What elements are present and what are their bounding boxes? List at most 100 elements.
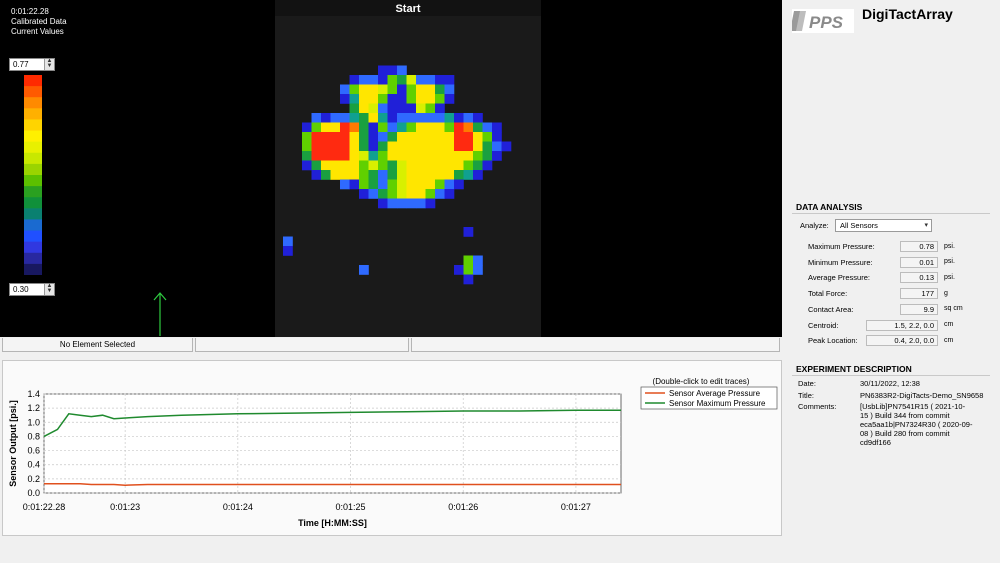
scale-swatch (24, 208, 42, 220)
sensor-cell (283, 236, 293, 247)
value-mode-label: Current Values (11, 27, 64, 36)
pressure-chart[interactable]: 0.0 0.2 0.4 0.6 0.8 1.0 1.2 1.4 0:01:22.28 0:01:2… (2, 360, 782, 536)
sensor-cell (302, 122, 312, 133)
svg-text:PPS: PPS (809, 13, 844, 32)
sensor-cell (416, 151, 426, 161)
sensor-cell (397, 94, 407, 104)
status-cell-2 (195, 338, 409, 352)
analysis-row-unit: psi. (944, 273, 955, 281)
y-tick-label: 0.0 (27, 488, 40, 498)
analysis-row-value: 9.9 (900, 303, 938, 315)
scale-max-spinner[interactable]: 0.77 ▲ ▼ (9, 58, 55, 71)
scale-swatch (24, 241, 42, 254)
sensor-cell (406, 103, 417, 114)
analysis-row-unit: psi. (944, 242, 955, 250)
x-tick-label: 0:01:24 (223, 502, 253, 512)
sensor-cell (378, 141, 388, 152)
sensor-cell (302, 141, 312, 152)
chevron-down-icon: ▾ (924, 222, 928, 229)
spinner-arrows-icon[interactable]: ▲ ▼ (44, 58, 54, 70)
section-divider (792, 213, 990, 214)
scale-swatch (24, 219, 42, 232)
sensor-cell (425, 198, 436, 209)
sensor-cell (359, 103, 369, 114)
scale-swatch (24, 86, 42, 98)
sensor-cell (349, 94, 360, 104)
sensor-cell (378, 198, 388, 209)
sensor-cell (302, 132, 312, 142)
sensor-cell (463, 170, 474, 180)
sensor-cell (368, 113, 379, 123)
scale-swatch (24, 252, 42, 265)
right-panel: PPS DigiTactArray DATA ANALYSIS Analyze:… (782, 0, 1000, 563)
scale-swatch (24, 97, 42, 109)
scale-min-spinner[interactable]: 0.30 ▲ ▼ (9, 283, 55, 296)
sensor-cell (501, 141, 512, 152)
sensor-cell (454, 113, 464, 123)
sensor-cell (444, 75, 455, 85)
data-mode-label: Calibrated Data (11, 17, 67, 26)
scale-swatch (24, 108, 42, 120)
sensor-cell (416, 103, 426, 114)
y-tick-label: 0.2 (27, 474, 40, 484)
x-tick-label: 0:01:23 (110, 502, 140, 512)
sensor-cell (321, 151, 331, 161)
analysis-row-value: 0.4, 2.0, 0.0 (866, 335, 938, 347)
y-tick-label: 1.4 (27, 389, 40, 399)
analysis-row-label: Maximum Pressure: (808, 242, 875, 251)
section-divider (792, 375, 990, 376)
sensor-cell (444, 151, 455, 161)
sensor-cell (463, 227, 474, 237)
analysis-row-unit: cm (944, 336, 954, 344)
sensor-cell (387, 170, 398, 180)
sensor-cell (311, 113, 322, 123)
sensor-cell (349, 151, 360, 161)
scale-swatch (24, 163, 42, 176)
sensor-cell (349, 84, 360, 95)
sensor-cell (368, 151, 379, 161)
sensor-cell (406, 189, 417, 199)
sensor-cell (416, 160, 426, 171)
sensor-cell (406, 132, 417, 142)
sensor-cell (340, 122, 350, 133)
sensor-cell (349, 75, 360, 85)
pressure-heatmap-panel[interactable] (275, 16, 541, 337)
analysis-row-value: 0.78 (900, 241, 938, 252)
sensor-cell (444, 189, 455, 199)
sensor-cell (425, 84, 436, 95)
sensor-cell (425, 151, 436, 161)
analyze-dropdown[interactable]: All Sensors ▾ (835, 219, 932, 232)
sensor-cell (444, 84, 455, 95)
sensor-cell (397, 160, 407, 171)
sensor-cell (482, 160, 493, 171)
sensor-cell (435, 141, 445, 152)
sensor-cell (454, 122, 464, 133)
sensor-cell (359, 179, 369, 190)
sensor-cell (368, 84, 379, 95)
sensor-cell (435, 160, 445, 171)
sensor-cell (406, 141, 417, 152)
sensor-cell (435, 132, 445, 142)
sensor-viewer[interactable]: 0:01:22.28 Calibrated Data Current Value… (0, 0, 782, 337)
sensor-cell (378, 132, 388, 142)
sensor-cell (492, 122, 502, 133)
sensor-cell (368, 75, 379, 85)
sensor-cell (330, 141, 341, 152)
sensor-cell (463, 274, 474, 285)
spinner-arrows-icon[interactable]: ▲ ▼ (44, 283, 54, 295)
sensor-cell (463, 255, 474, 266)
sensor-cell (454, 179, 464, 190)
pps-logo: PPS (792, 9, 854, 33)
comments-label: Comments: (798, 402, 837, 411)
sensor-cell (387, 103, 398, 114)
sensor-cell (435, 151, 445, 161)
sensor-cell (387, 160, 398, 171)
sensor-cell (425, 113, 436, 123)
sensor-cell (473, 170, 483, 180)
sensor-cell (378, 84, 388, 95)
sensor-cell (359, 170, 369, 180)
sensor-cell (397, 75, 407, 85)
analyze-dropdown-value: All Sensors (840, 221, 878, 230)
sensor-cell (444, 94, 455, 104)
sensor-cell (359, 160, 369, 171)
